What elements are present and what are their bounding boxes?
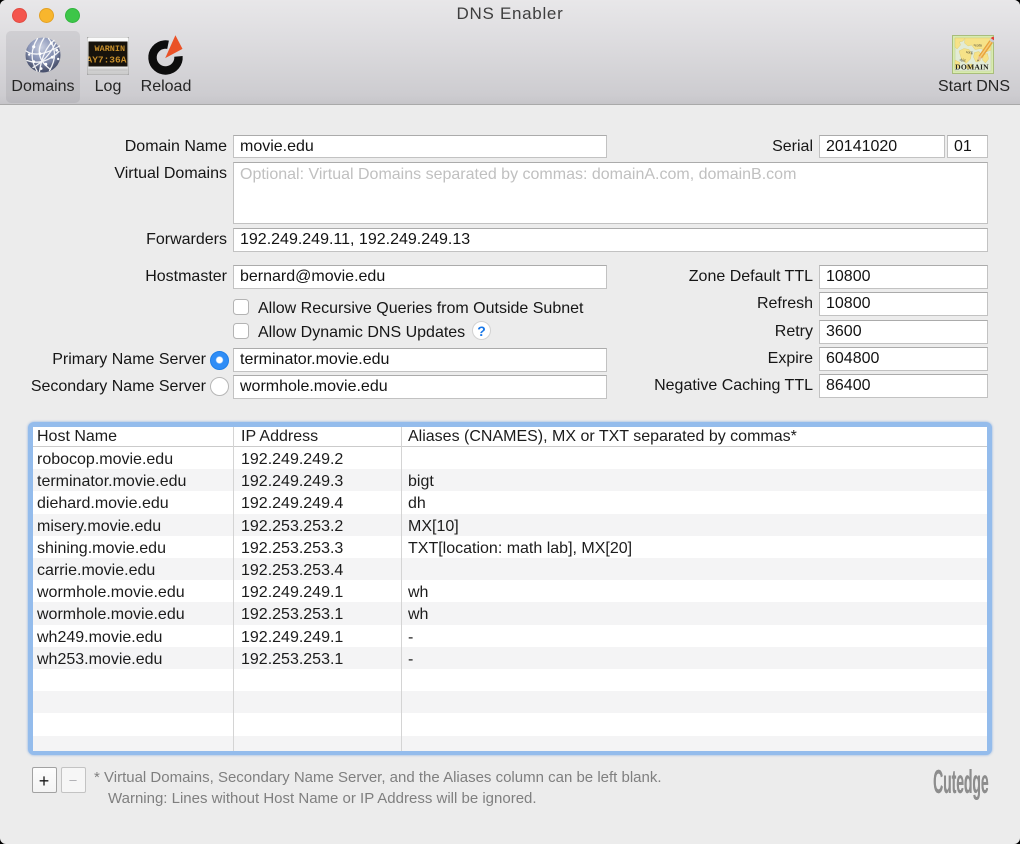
svg-text:AY7:36A: AY7:36A — [87, 55, 127, 66]
svg-text:DOMAIN: DOMAIN — [955, 63, 989, 72]
svg-text:•org: •org — [966, 50, 973, 55]
svg-text:WARNIN: WARNIN — [95, 44, 126, 54]
svg-text:•com: •com — [974, 43, 983, 48]
